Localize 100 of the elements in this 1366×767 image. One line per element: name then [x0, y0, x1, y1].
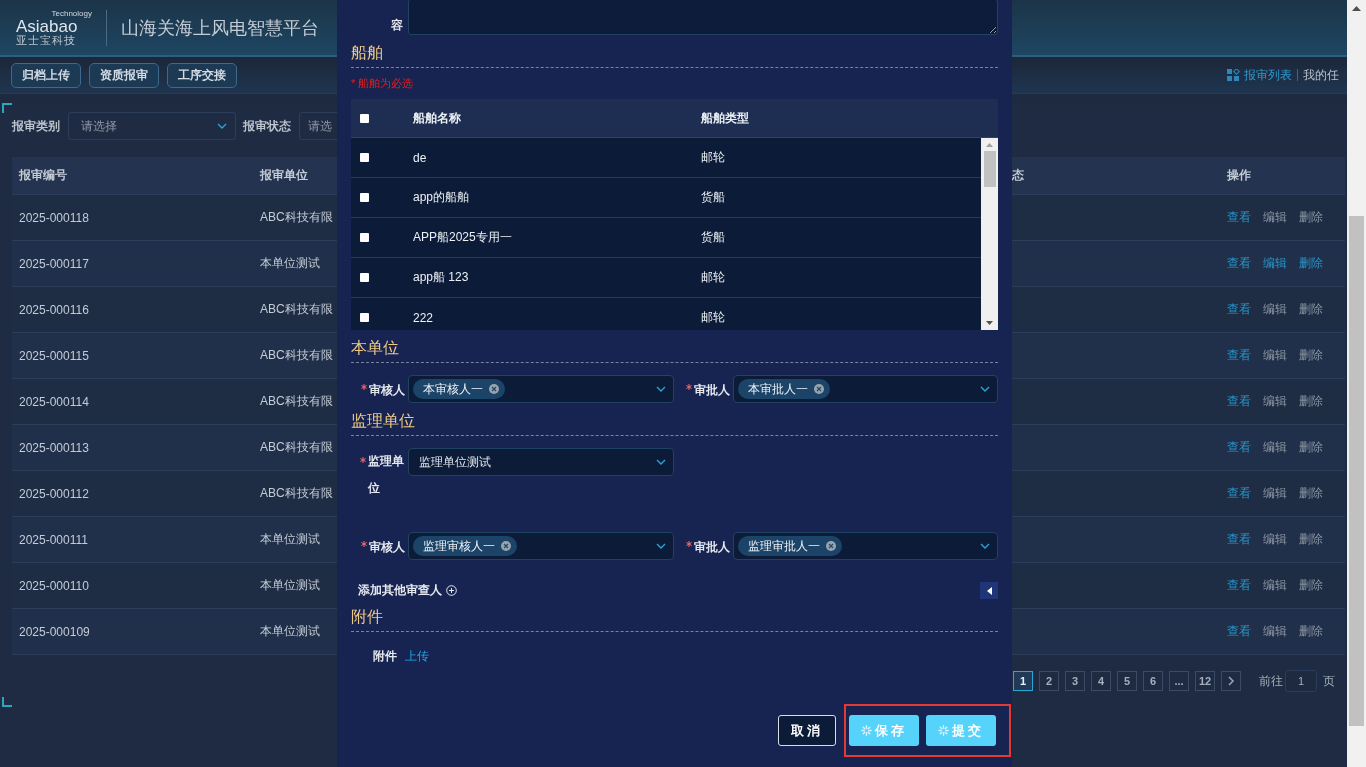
- field-label: 审批人: [693, 382, 730, 399]
- table-cell-text: app的船舶: [413, 189, 471, 206]
- person-tag[interactable]: 本审批人一: [737, 379, 830, 399]
- row-action-link[interactable]: 查看: [1227, 623, 1251, 640]
- cancel-button[interactable]: 取消: [778, 715, 836, 746]
- section-title: 本单位: [351, 336, 998, 363]
- row-action-link[interactable]: 删除: [1299, 577, 1323, 594]
- table-cell-text: ABC科技有限: [259, 439, 334, 456]
- nav-link[interactable]: 报审列表: [1244, 66, 1292, 84]
- row-action-link[interactable]: 查看: [1227, 255, 1251, 272]
- upload-link[interactable]: 上传: [405, 648, 429, 665]
- column-header: 态: [1012, 167, 1025, 184]
- nav-link[interactable]: 我的任: [1303, 66, 1339, 84]
- row-action-link[interactable]: 查看: [1227, 209, 1251, 226]
- logo-tagline: Technology: [51, 9, 92, 18]
- page-button[interactable]: 5: [1117, 671, 1137, 691]
- row-action-link[interactable]: 删除: [1299, 209, 1323, 226]
- toolbar-button[interactable]: 工序交接: [167, 62, 237, 88]
- table-row[interactable]: 222 邮轮: [351, 298, 981, 330]
- row-action-link[interactable]: 编辑: [1263, 485, 1287, 502]
- row-action-link[interactable]: 编辑: [1263, 347, 1287, 364]
- table-cell-text: 2025-000113: [18, 440, 90, 455]
- table-cell-text: 2025-000111: [18, 532, 89, 547]
- table-cell-text: 本单位测试: [259, 577, 321, 594]
- field-label: 审核人: [369, 382, 405, 399]
- page-input[interactable]: 1: [1285, 670, 1317, 692]
- table-cell-text: 2025-000110: [18, 578, 90, 593]
- row-action-link[interactable]: 编辑: [1263, 255, 1287, 272]
- table-cell-text: 邮轮: [701, 269, 726, 286]
- filter-label: 报审类别: [12, 117, 60, 135]
- row-action-link[interactable]: 删除: [1299, 531, 1323, 548]
- table-row[interactable]: app船 123 邮轮: [351, 258, 981, 298]
- row-action-link[interactable]: 编辑: [1263, 209, 1287, 226]
- multi-select-field[interactable]: 监理审核人一: [408, 532, 674, 560]
- table-cell-text: ABC科技有限: [259, 393, 334, 410]
- row-action-link[interactable]: 删除: [1299, 485, 1323, 502]
- person-tag[interactable]: 监理审核人一: [413, 536, 517, 556]
- table-cell-text: ABC科技有限: [259, 301, 334, 318]
- row-action-link[interactable]: 删除: [1299, 393, 1323, 410]
- column-header: 报审单位: [259, 167, 309, 184]
- page-button[interactable]: 3: [1065, 671, 1085, 691]
- row-action-link[interactable]: 查看: [1227, 439, 1251, 456]
- row-action-link[interactable]: 编辑: [1263, 301, 1287, 318]
- row-action-link[interactable]: 编辑: [1263, 531, 1287, 548]
- row-action-link[interactable]: 删除: [1299, 255, 1323, 272]
- table-cell-text: 222: [413, 310, 435, 325]
- field-label: 审批人: [693, 539, 730, 556]
- table-cell-text: ABC科技有限: [259, 485, 334, 502]
- table-row[interactable]: app的船舶 货船: [351, 178, 981, 218]
- person-tag[interactable]: 监理审批人一: [737, 536, 842, 556]
- page-button[interactable]: 6: [1143, 671, 1163, 691]
- table-row[interactable]: de 邮轮: [351, 138, 981, 178]
- table-cell-text: 本单位测试: [259, 623, 321, 640]
- row-action-link[interactable]: 删除: [1299, 623, 1323, 640]
- logo-text: Asiabao: [16, 17, 78, 35]
- logo-subtitle: 亚士宝科技: [16, 34, 76, 46]
- row-action-link[interactable]: 查看: [1227, 485, 1251, 502]
- column-header: 报审编号: [18, 167, 68, 184]
- add-reviewer-link[interactable]: 添加其他审查人: [358, 582, 457, 599]
- row-action-link[interactable]: 查看: [1227, 301, 1251, 318]
- table-cell-text: 2025-000117: [18, 256, 90, 271]
- row-action-link[interactable]: 编辑: [1263, 439, 1287, 456]
- filter-label: 报审状态: [243, 117, 291, 135]
- row-action-link[interactable]: 查看: [1227, 347, 1251, 364]
- table-cell-text: de: [413, 150, 428, 165]
- table-cell-text: 2025-000114: [18, 394, 90, 409]
- row-action-link[interactable]: 查看: [1227, 531, 1251, 548]
- page-button[interactable]: 4: [1091, 671, 1111, 691]
- row-action-link[interactable]: 查看: [1227, 577, 1251, 594]
- toolbar-button[interactable]: 资质报审: [89, 62, 159, 88]
- page-button[interactable]: ...: [1169, 671, 1189, 691]
- row-action-link[interactable]: 查看: [1227, 393, 1251, 410]
- select-field[interactable]: 监理单位测试: [408, 448, 674, 476]
- row-action-link[interactable]: 删除: [1299, 347, 1323, 364]
- page-button[interactable]: 2: [1039, 671, 1059, 691]
- column-header: 船舶名称: [413, 109, 462, 127]
- multi-select-field[interactable]: 本审批人一: [732, 375, 998, 403]
- table-cell-text: ABC科技有限: [259, 209, 334, 226]
- table-cell-text: 2025-000118: [18, 210, 90, 225]
- section-title: 船舶: [351, 41, 998, 68]
- column-header: 船舶类型: [701, 109, 750, 127]
- row-action-link[interactable]: 编辑: [1263, 393, 1287, 410]
- row-action-link[interactable]: 编辑: [1263, 577, 1287, 594]
- multi-select-field[interactable]: 监理审批人一: [732, 532, 998, 560]
- table-row[interactable]: APP船2025专用一 货船: [351, 218, 981, 258]
- page-button[interactable]: 12: [1195, 671, 1215, 691]
- row-action-link[interactable]: 删除: [1299, 301, 1323, 318]
- row-action-link[interactable]: 编辑: [1263, 623, 1287, 640]
- filter-select[interactable]: 请选择: [68, 112, 236, 140]
- multi-select-field[interactable]: 本审核人一: [408, 375, 674, 403]
- goto-label: 前往: [1259, 672, 1283, 690]
- table-cell-text: 邮轮: [701, 149, 726, 166]
- field-label: 监理单位: [368, 453, 405, 497]
- page-button[interactable]: 1: [1013, 671, 1033, 691]
- toolbar-button[interactable]: 归档上传: [11, 62, 81, 88]
- table-cell-text: 2025-000116: [18, 302, 90, 317]
- table-cell-text: ABC科技有限: [259, 347, 334, 364]
- row-action-link[interactable]: 删除: [1299, 439, 1323, 456]
- field-label: 审核人: [369, 539, 405, 556]
- person-tag[interactable]: 本审核人一: [413, 379, 505, 399]
